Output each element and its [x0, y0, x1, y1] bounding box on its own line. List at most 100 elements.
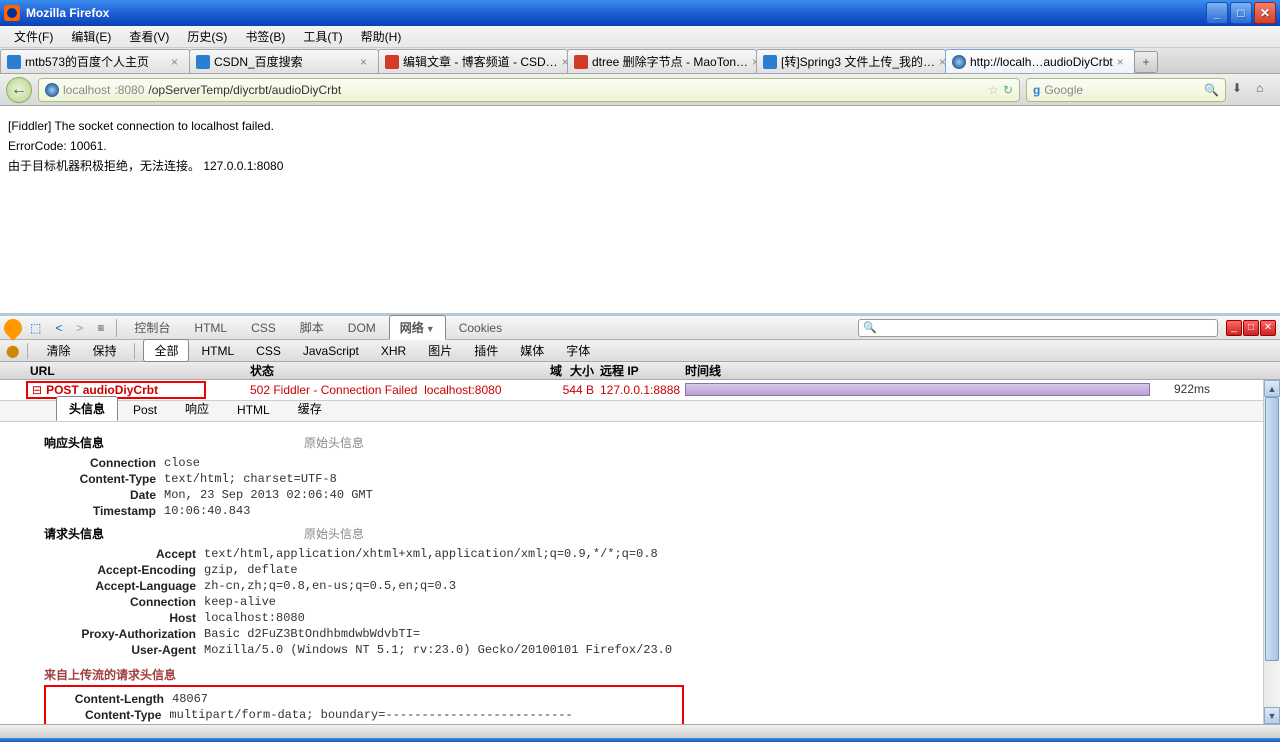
download-icon[interactable]: ⬇	[1232, 81, 1250, 99]
firebug-close-button[interactable]: ✕	[1260, 320, 1276, 336]
header-value: keep-alive	[204, 594, 276, 610]
tab-label: dtree 删除字节点 - MaoTon…	[592, 53, 748, 70]
maximize-button[interactable]: □	[1230, 2, 1252, 24]
raw-headers-link[interactable]: 原始头信息	[304, 434, 364, 451]
firebug-minimize-button[interactable]: _	[1226, 320, 1242, 336]
tab-0[interactable]: mtb573的百度个人主页×	[0, 49, 190, 73]
panel-net[interactable]: 网络▼	[389, 315, 446, 340]
headers-view: 响应头信息原始头信息 Connectionclose Content-Typet…	[0, 422, 1280, 724]
menu-edit[interactable]: 编辑(E)	[63, 26, 119, 47]
col-time[interactable]: 时间线	[685, 362, 1280, 379]
tab-2[interactable]: 编辑文章 - 博客频道 - CSD…×	[378, 49, 568, 73]
tab-1[interactable]: CSDN_百度搜索 ×	[189, 49, 379, 73]
net-filter-media[interactable]: 媒体	[510, 340, 554, 361]
search-icon[interactable]: 🔍	[1204, 83, 1219, 97]
panel-console[interactable]: 控制台	[123, 315, 181, 340]
col-url[interactable]: URL	[0, 364, 250, 378]
panel-script[interactable]: 脚本	[289, 315, 335, 340]
tab-label: CSDN_百度搜索	[214, 53, 303, 70]
reload-icon[interactable]: ↻	[1003, 83, 1013, 97]
menu-bookmark[interactable]: 书签(B)	[237, 26, 293, 47]
url-host: localhost	[63, 83, 110, 97]
net-filter-plugin[interactable]: 插件	[464, 340, 508, 361]
menu-file[interactable]: 文件(F)	[6, 26, 61, 47]
net-filter-js[interactable]: JavaScript	[293, 342, 369, 360]
google-icon: g	[1033, 83, 1040, 97]
detail-tab-response[interactable]: 响应	[172, 396, 222, 421]
tab-3[interactable]: dtree 删除字节点 - MaoTon…×	[567, 49, 757, 73]
net-filter-xhr[interactable]: XHR	[371, 342, 416, 360]
header-value: 10:06:40.843	[164, 503, 250, 519]
detail-tab-post[interactable]: Post	[120, 399, 170, 421]
raw-headers-link[interactable]: 原始头信息	[304, 525, 364, 542]
firebug-panel: ⬚ < > ≡ 控制台 HTML CSS 脚本 DOM 网络▼ Cookies …	[0, 313, 1280, 738]
url-input[interactable]: localhost:8080/opServerTemp/diycrbt/audi…	[38, 78, 1020, 102]
header-value: Mon, 23 Sep 2013 02:06:40 GMT	[164, 487, 373, 503]
close-button[interactable]: ✕	[1254, 2, 1276, 24]
header-value: close	[164, 455, 200, 471]
tab-label: 编辑文章 - 博客频道 - CSD…	[403, 53, 558, 70]
header-key: User-Agent	[44, 642, 204, 658]
firebug-icon[interactable]	[0, 315, 25, 340]
minimize-button[interactable]: _	[1206, 2, 1228, 24]
menu-tools[interactable]: 工具(T)	[295, 26, 350, 47]
net-columns: URL 状态 域 大小 远程 IP 时间线	[0, 362, 1280, 380]
favicon-icon	[7, 55, 21, 69]
net-body: ⊟ POST audioDiyCrbt 502 Fiddler - Connec…	[0, 380, 1280, 724]
url-path: /opServerTemp/diycrbt/audioDiyCrbt	[148, 83, 341, 97]
tab-4[interactable]: [转]Spring3 文件上传_我的…×	[756, 49, 946, 73]
scroll-down-icon[interactable]: ▼	[1264, 707, 1280, 724]
favicon-icon	[763, 55, 777, 69]
panel-cookies[interactable]: Cookies	[448, 317, 513, 339]
search-input[interactable]: g Google 🔍	[1026, 78, 1226, 102]
chevron-down-icon: ▼	[426, 324, 435, 334]
scrollbar[interactable]: ▲ ▼	[1263, 380, 1280, 724]
request-name: audioDiyCrbt	[83, 383, 158, 397]
header-key: Date	[44, 487, 164, 503]
tab-bar: mtb573的百度个人主页× CSDN_百度搜索 × 编辑文章 - 博客频道 - …	[0, 48, 1280, 74]
menu-view[interactable]: 查看(V)	[121, 26, 177, 47]
detail-tab-html[interactable]: HTML	[224, 399, 283, 421]
scroll-up-icon[interactable]: ▲	[1264, 380, 1280, 397]
bookmark-star-icon[interactable]: ☆	[988, 83, 999, 97]
menu-history[interactable]: 历史(S)	[179, 26, 235, 47]
tab-close-icon[interactable]: ×	[1117, 55, 1129, 69]
col-status[interactable]: 状态	[250, 362, 550, 379]
inspect-icon[interactable]: ⬚	[24, 319, 47, 337]
firebug-popout-button[interactable]: □	[1243, 320, 1259, 336]
favicon-icon	[385, 55, 399, 69]
home-icon[interactable]: ⌂	[1256, 81, 1274, 99]
net-filter-html[interactable]: HTML	[191, 342, 244, 360]
detail-tab-cache[interactable]: 缓存	[285, 396, 335, 421]
col-size[interactable]: 大小	[550, 362, 600, 379]
upload-headers-box: Content-Length48067 Content-Typemultipar…	[44, 685, 684, 724]
tab-5[interactable]: http://localh…audioDiyCrbt×	[945, 49, 1135, 73]
panel-dom[interactable]: DOM	[337, 317, 387, 339]
request-ip: 127.0.0.1:8888	[600, 383, 685, 397]
tab-close-icon[interactable]: ×	[171, 55, 183, 69]
header-value: Basic d2FuZ3BtOndhbmdwbWdvbTI=	[204, 626, 420, 642]
break-icon[interactable]: ⬤	[6, 344, 19, 358]
panel-css[interactable]: CSS	[240, 317, 287, 339]
panel-html[interactable]: HTML	[183, 317, 238, 339]
nav-next-icon[interactable]: >	[70, 319, 89, 337]
tab-close-icon[interactable]: ×	[360, 55, 372, 69]
net-clear-button[interactable]: 清除	[36, 340, 80, 361]
header-value: zh-cn,zh;q=0.8,en-us;q=0.5,en;q=0.3	[204, 578, 456, 594]
col-ip[interactable]: 远程 IP	[600, 362, 685, 379]
menu-help[interactable]: 帮助(H)	[353, 26, 410, 47]
firebug-search-input[interactable]	[858, 319, 1218, 337]
net-filter-img[interactable]: 图片	[418, 340, 462, 361]
net-keep-button[interactable]: 保持	[82, 340, 126, 361]
new-tab-button[interactable]: +	[1134, 51, 1158, 73]
detail-tab-headers[interactable]: 头信息	[56, 396, 118, 421]
net-filter-font[interactable]: 字体	[556, 340, 600, 361]
header-value: localhost:8080	[204, 610, 305, 626]
net-filter-css[interactable]: CSS	[246, 342, 291, 360]
back-button[interactable]: ←	[6, 77, 32, 103]
net-filter-all[interactable]: 全部	[143, 339, 189, 362]
lines-icon[interactable]: ≡	[91, 319, 110, 337]
nav-prev-icon[interactable]: <	[49, 319, 68, 337]
favicon-icon	[196, 55, 210, 69]
collapse-icon[interactable]: ⊟	[32, 383, 42, 397]
